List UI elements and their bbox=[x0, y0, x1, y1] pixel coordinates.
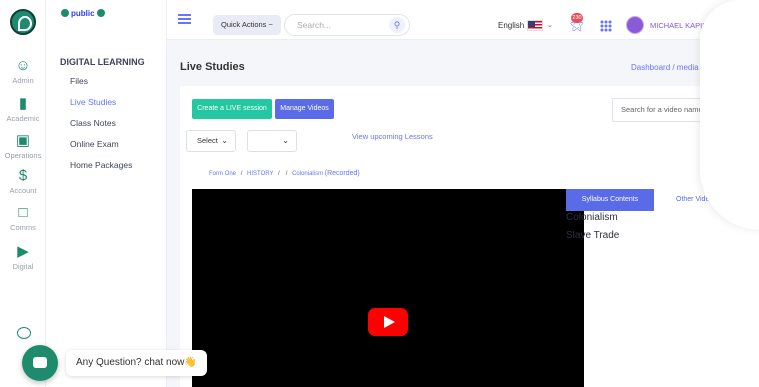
top-bar: Quick Actions ~ Search... ⚲ English ⌄ ⚝ … bbox=[167, 0, 759, 40]
trail-topic[interactable]: Colonialism bbox=[292, 171, 323, 177]
public-label: public bbox=[71, 9, 95, 18]
rail-label: Admin bbox=[12, 76, 34, 85]
manage-videos-button[interactable]: Manage Videos bbox=[275, 99, 334, 119]
rail-item-academic[interactable]: ▮ Academic bbox=[0, 95, 46, 124]
video-player[interactable] bbox=[192, 189, 584, 387]
page-title: Live Studies bbox=[180, 61, 245, 73]
apps-grid-icon[interactable] bbox=[600, 20, 612, 32]
message-icon: □ bbox=[18, 204, 28, 221]
chat-circle-icon[interactable] bbox=[17, 327, 31, 339]
trail-form[interactable]: Form One bbox=[209, 171, 236, 177]
chevron-down-icon[interactable]: ⌄ bbox=[547, 21, 553, 29]
tab-syllabus-contents[interactable]: Syllabus Contents bbox=[566, 189, 654, 211]
logo-dot-icon bbox=[61, 9, 69, 17]
cube-icon: ▣ bbox=[15, 132, 31, 149]
youtube-play-icon[interactable] bbox=[368, 308, 408, 336]
rail-item-digital[interactable]: ▶ Digital bbox=[0, 243, 46, 272]
trail-subject[interactable]: HISTORY bbox=[247, 171, 273, 177]
language-label[interactable]: English bbox=[498, 21, 524, 30]
rail-item-operations[interactable]: ▣ Operations bbox=[0, 132, 46, 161]
public-link[interactable]: public bbox=[59, 9, 107, 18]
chevron-down-icon: ⌄ bbox=[282, 136, 289, 145]
rail-label: Account bbox=[9, 186, 37, 195]
search-placeholder: Search... bbox=[297, 20, 332, 30]
chat-prompt[interactable]: Any Question? chat now👋 bbox=[66, 350, 207, 376]
sidebar-item-files[interactable]: Files bbox=[70, 76, 88, 86]
rail-item-admin[interactable]: ☺ Admin bbox=[0, 57, 46, 86]
app-logo-icon[interactable] bbox=[10, 9, 36, 35]
sidebar-item-home-packages[interactable]: Home Packages bbox=[70, 160, 132, 170]
topic-item[interactable]: Slave Trade bbox=[566, 230, 619, 241]
sidebar-item-live-studies[interactable]: Live Studies bbox=[70, 97, 116, 107]
recorded-status: (Recorded) bbox=[324, 170, 360, 177]
subject-select[interactable]: ⌄ bbox=[247, 130, 297, 152]
video-icon: ▶ bbox=[17, 243, 29, 260]
sidebar-item-class-notes[interactable]: Class Notes bbox=[70, 118, 116, 128]
sidebar-item-online-exam[interactable]: Online Exam bbox=[70, 139, 119, 149]
quick-actions-button[interactable]: Quick Actions ~ bbox=[213, 15, 281, 35]
search-input[interactable]: Search... ⚲ bbox=[284, 14, 410, 36]
chat-button[interactable] bbox=[22, 345, 58, 381]
create-live-session-button[interactable]: Create a LIVE session bbox=[192, 99, 272, 119]
rail-label: Digital bbox=[12, 262, 34, 271]
logo-dot-icon bbox=[96, 9, 105, 17]
rail-label: Academic bbox=[6, 114, 40, 123]
topic-item[interactable]: Colonialism bbox=[566, 212, 618, 223]
sidebar: public DIGITAL LEARNING Files Live Studi… bbox=[46, 0, 167, 387]
avatar[interactable] bbox=[626, 16, 644, 34]
view-upcoming-lessons-link[interactable]: View upcoming Lessons bbox=[352, 132, 433, 141]
class-select[interactable]: Select ⌄ bbox=[186, 130, 236, 152]
hamburger-icon[interactable] bbox=[178, 14, 191, 24]
bar-chart-icon: ▮ bbox=[18, 95, 28, 112]
dollar-icon: $ bbox=[18, 167, 28, 184]
search-icon[interactable]: ⚲ bbox=[389, 17, 405, 33]
lesson-trail: Form One / HISTORY / / Colonialism (Recor… bbox=[209, 170, 360, 177]
icon-rail: ☺ Admin ▮ Academic ▣ Operations $ Accoun… bbox=[0, 0, 46, 387]
rail-item-comms[interactable]: □ Comms bbox=[0, 204, 46, 233]
chevron-down-icon: ⌄ bbox=[221, 136, 228, 145]
rail-label: Comms bbox=[10, 223, 36, 232]
rail-label: Operations bbox=[4, 151, 42, 160]
notification-badge: 230 bbox=[571, 13, 583, 23]
users-icon: ☺ bbox=[15, 57, 31, 74]
overlay-shape bbox=[700, 0, 759, 230]
breadcrumb[interactable]: Dashboard / media / l bbox=[631, 63, 707, 72]
select-label: Select bbox=[197, 136, 218, 145]
us-flag-icon[interactable] bbox=[527, 20, 543, 31]
sidebar-section-title: DIGITAL LEARNING bbox=[60, 57, 145, 67]
rail-item-account[interactable]: $ Account bbox=[0, 167, 46, 196]
